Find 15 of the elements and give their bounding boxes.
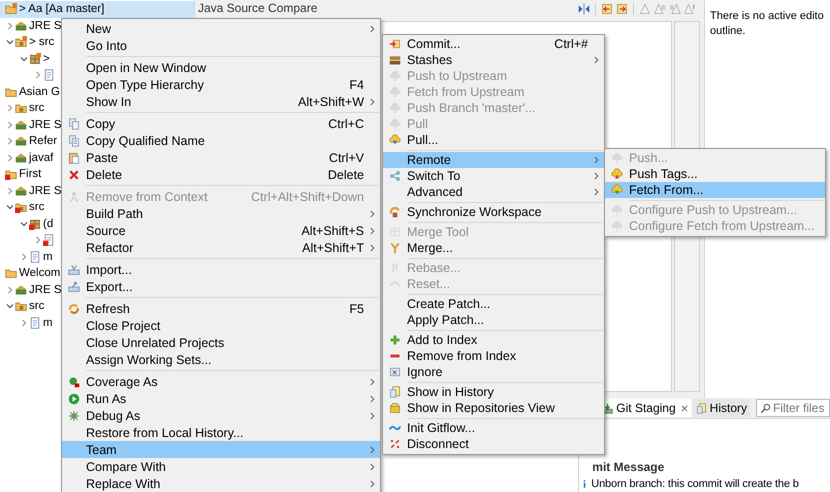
- shortcut-text: Ctrl+C: [327, 116, 364, 130]
- shortcut-text: Delete: [326, 168, 364, 182]
- notice-text: Unborn branch: this commit will create the b: [591, 477, 799, 491]
- shortcut-text: F5: [348, 302, 364, 316]
- shortcut-text: Ctrl+Alt+Shift+Down: [250, 190, 364, 204]
- editor-title: Java Source Compare: [198, 1, 318, 15]
- section-heading: mit Message: [591, 460, 666, 474]
- outline-message: There is no active edito: [710, 9, 825, 24]
- outline-message: outline.: [710, 24, 746, 39]
- shortcut-text: Alt+Shift+W: [297, 94, 364, 108]
- shortcut-text: Ctrl+V: [328, 150, 364, 164]
- shortcut-text: F4: [348, 78, 364, 92]
- shortcut-text: Alt+Shift+T: [301, 240, 364, 254]
- shortcut-text: Alt+Shift+S: [300, 224, 364, 238]
- shortcut-text: Ctrl+#: [553, 37, 588, 51]
